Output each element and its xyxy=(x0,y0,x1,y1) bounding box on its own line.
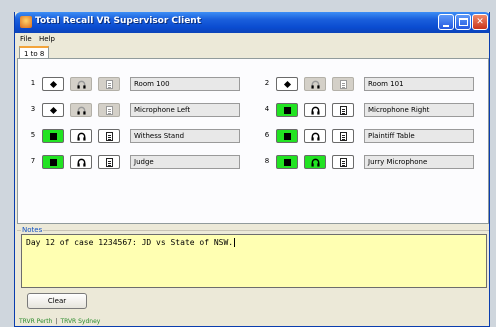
status-server-perth[interactable]: TRVR Perth xyxy=(19,318,52,325)
record-toggle-button[interactable] xyxy=(42,155,64,169)
record-toggle-button[interactable] xyxy=(276,155,298,169)
notes-button[interactable] xyxy=(332,129,354,143)
notes-group: Notes Day 12 of case 1234567: JD vs Stat… xyxy=(17,226,489,314)
listen-button[interactable] xyxy=(70,155,92,169)
document-icon xyxy=(106,106,113,115)
stop-icon xyxy=(284,107,291,114)
listen-button[interactable] xyxy=(304,129,326,143)
channel-1: 1 Room 100 xyxy=(28,77,248,91)
channel-name-field[interactable]: Jurry Microphone xyxy=(364,155,474,169)
title-bar[interactable]: Total Recall VR Supervisor Client ✕ xyxy=(15,12,489,33)
notes-button[interactable] xyxy=(332,155,354,169)
headphones-icon xyxy=(77,158,86,167)
channel-4: 4 Microphone Right xyxy=(262,103,482,117)
notes-button[interactable] xyxy=(98,155,120,169)
document-icon xyxy=(340,106,347,115)
headphones-icon xyxy=(77,80,86,89)
stop-icon xyxy=(284,159,291,166)
document-icon xyxy=(106,132,113,141)
stop-icon xyxy=(50,159,57,166)
listen-button[interactable] xyxy=(304,155,326,169)
notes-content: Day 12 of case 1234567: JD vs State of N… xyxy=(26,238,234,247)
channel-number: 6 xyxy=(264,131,270,139)
maximize-button[interactable] xyxy=(455,14,471,30)
channel-8: 8 Jurry Microphone xyxy=(262,155,482,169)
headphones-icon xyxy=(311,132,320,141)
channel-name-field[interactable]: Room 101 xyxy=(364,77,474,91)
channel-5: 5 Withess Stand xyxy=(28,129,248,143)
record-toggle-button[interactable] xyxy=(42,103,64,117)
notes-button[interactable] xyxy=(332,103,354,117)
record-icon xyxy=(49,80,58,89)
notes-textarea[interactable]: Day 12 of case 1234567: JD vs State of N… xyxy=(21,234,487,288)
status-bar: TRVR Perth | TRVR Sydney xyxy=(19,318,100,325)
headphones-icon xyxy=(311,80,320,89)
maximize-icon xyxy=(459,18,468,26)
notes-label: Notes xyxy=(21,226,44,234)
headphones-icon xyxy=(77,106,86,115)
stop-icon xyxy=(284,133,291,140)
record-toggle-button[interactable] xyxy=(42,77,64,91)
channel-name-field[interactable]: Microphone Left xyxy=(130,103,240,117)
channel-3: 3 Microphone Left xyxy=(28,103,248,117)
listen-button[interactable] xyxy=(70,103,92,117)
record-toggle-button[interactable] xyxy=(276,129,298,143)
app-icon xyxy=(20,16,32,28)
notes-button[interactable] xyxy=(332,77,354,91)
status-separator: | xyxy=(55,318,58,325)
channel-number: 8 xyxy=(264,157,270,165)
close-button[interactable]: ✕ xyxy=(472,14,488,30)
close-icon: ✕ xyxy=(476,17,484,27)
headphones-icon xyxy=(311,106,320,115)
notes-button[interactable] xyxy=(98,77,120,91)
channel-name-field[interactable]: Plaintiff Table xyxy=(364,129,474,143)
status-server-sydney[interactable]: TRVR Sydney xyxy=(60,318,100,325)
clear-button[interactable]: Clear xyxy=(27,293,87,309)
text-caret xyxy=(234,238,236,247)
channel-number: 7 xyxy=(30,157,36,165)
tab-1-to-8[interactable]: 1 to 8 xyxy=(19,46,50,58)
notes-divider xyxy=(17,230,489,231)
headphones-icon xyxy=(77,132,86,141)
record-toggle-button[interactable] xyxy=(42,129,64,143)
document-icon xyxy=(340,158,347,167)
channel-name-field[interactable]: Microphone Right xyxy=(364,103,474,117)
record-icon xyxy=(49,106,58,115)
channel-name-field[interactable]: Withess Stand xyxy=(130,129,240,143)
listen-button[interactable] xyxy=(304,103,326,117)
listen-button[interactable] xyxy=(70,129,92,143)
document-icon xyxy=(106,80,113,89)
document-icon xyxy=(106,158,113,167)
document-icon xyxy=(340,132,347,141)
channel-number: 3 xyxy=(30,105,36,113)
minimize-icon xyxy=(443,25,449,27)
channel-number: 4 xyxy=(264,105,270,113)
channel-2: 2 Room 101 xyxy=(262,77,482,91)
headphones-icon xyxy=(311,158,320,167)
channel-number: 2 xyxy=(264,79,270,87)
record-icon xyxy=(283,80,292,89)
menu-help[interactable]: Help xyxy=(39,35,55,43)
channel-7: 7 Judge xyxy=(28,155,248,169)
listen-button[interactable] xyxy=(304,77,326,91)
record-toggle-button[interactable] xyxy=(276,77,298,91)
channels-panel: 1 Room 100 2 Room 101 3 Microphone Left 4 Micro… xyxy=(17,58,489,224)
stop-icon xyxy=(50,133,57,140)
menu-file[interactable]: File xyxy=(20,35,32,43)
channel-number: 5 xyxy=(30,131,36,139)
notes-button[interactable] xyxy=(98,103,120,117)
minimize-button[interactable] xyxy=(438,14,454,30)
window-title: Total Recall VR Supervisor Client xyxy=(35,16,202,26)
channel-name-field[interactable]: Judge xyxy=(130,155,240,169)
channel-number: 1 xyxy=(30,79,36,87)
channel-6: 6 Plaintiff Table xyxy=(262,129,482,143)
channel-name-field[interactable]: Room 100 xyxy=(130,77,240,91)
listen-button[interactable] xyxy=(70,77,92,91)
document-icon xyxy=(340,80,347,89)
notes-button[interactable] xyxy=(98,129,120,143)
app-window: Total Recall VR Supervisor Client ✕ File… xyxy=(14,12,490,327)
menu-bar: File Help xyxy=(15,33,489,45)
record-toggle-button[interactable] xyxy=(276,103,298,117)
